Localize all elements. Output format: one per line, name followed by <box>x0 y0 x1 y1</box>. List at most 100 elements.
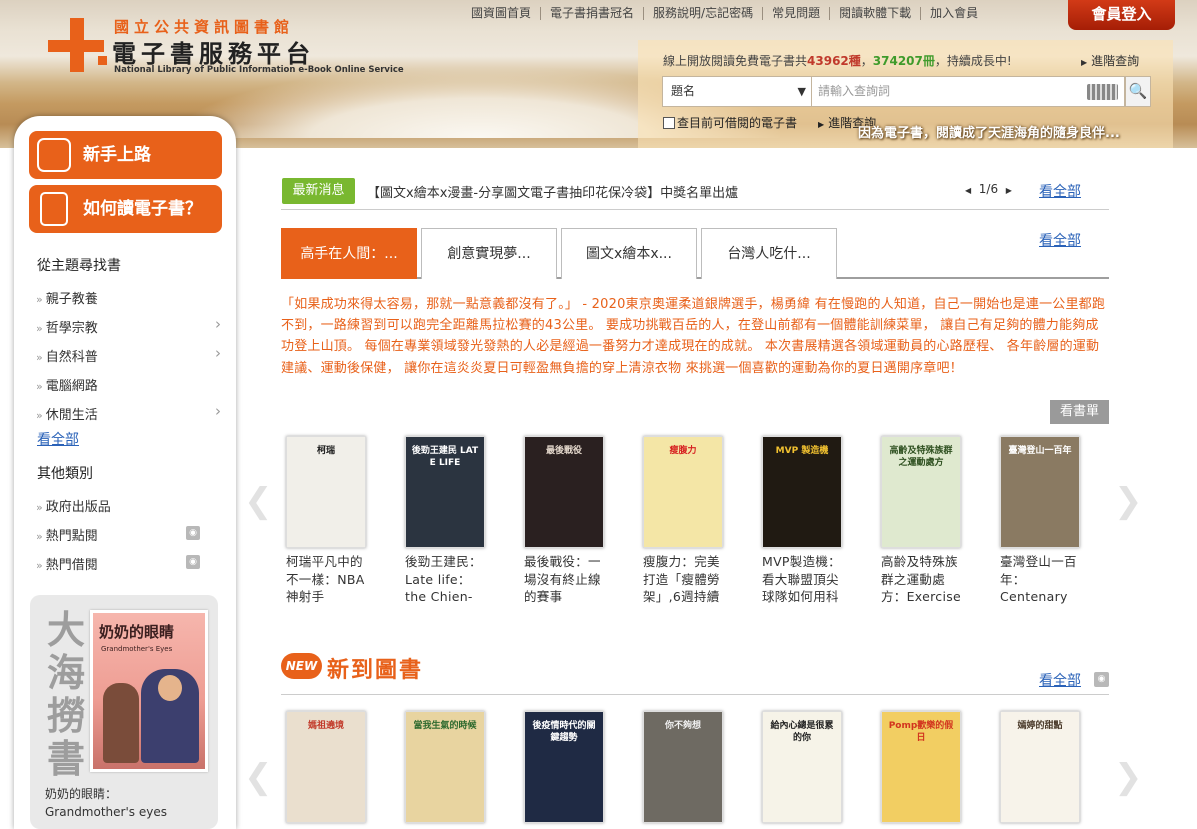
book-cover[interactable]: 你不夠想 <box>643 711 723 823</box>
checkbox-box[interactable] <box>663 117 675 129</box>
view-list-button[interactable]: 看書單 <box>1050 400 1109 424</box>
tab-exhibition-1[interactable]: 高手在人間：... <box>281 228 417 279</box>
book-card[interactable]: 柯瑞 柯瑞平凡中的不一樣：NBA神射手 <box>286 436 366 608</box>
cover-figure-face <box>158 675 182 701</box>
exhibition-view-all-link[interactable]: 看全部 <box>1039 230 1081 250</box>
book-title-link[interactable]: 後勁王建民：Late life：the Chien- <box>405 553 491 607</box>
book-cover-title: 瘦腹力 <box>669 446 697 456</box>
featured-book-caption[interactable]: 奶奶的眼睛： Grandmother's eyes <box>45 785 167 821</box>
sidebar-item-government[interactable]: » 政府出版品 <box>36 496 221 515</box>
new-book-card[interactable]: 嫣婷的甜點 <box>1000 711 1080 823</box>
book-cover[interactable]: 嫣婷的甜點 <box>1000 711 1080 823</box>
book-cover[interactable]: 媽祖遶境 <box>286 711 366 823</box>
book-title-link[interactable]: 臺灣登山一百年：Centenary <box>1000 553 1086 607</box>
new-carousel-prev-arrow-icon[interactable]: ❮ <box>244 757 273 797</box>
sidebar-item-leisure[interactable]: » 休閒生活 › <box>36 402 221 423</box>
stats-copies: 374207冊 <box>872 54 935 68</box>
book-card[interactable]: MVP 製造機 MVP製造機：看大聯盟頂尖球隊如何用科 <box>762 436 842 608</box>
how-to-read-button[interactable]: 如何讀電子書？ <box>29 185 222 233</box>
search-input[interactable]: 請輸入查詢詞 <box>811 76 1125 107</box>
sidebar-item-popular-loans[interactable]: » 熱門借閱 ◉ <box>36 554 221 573</box>
book-cover[interactable]: 當我生氣的時候 <box>405 711 485 823</box>
new-carousel-next-arrow-icon[interactable]: ❯ <box>1114 757 1143 797</box>
available-only-checkbox[interactable]: 查目前可借閱的電子書 <box>663 114 797 131</box>
play-arrow-icon: ▶ <box>1081 58 1088 67</box>
book-cover[interactable]: 瘦腹力 <box>643 436 723 548</box>
carousel-prev-arrow-icon[interactable]: ❮ <box>244 481 273 521</box>
book-card[interactable]: 臺灣登山一百年 臺灣登山一百年：Centenary <box>1000 436 1080 608</box>
book-cover[interactable]: 最後戰役 <box>524 436 604 548</box>
featured-book-cover[interactable]: 奶奶的眼睛 Grandmother's Eyes <box>90 610 208 772</box>
chevron-right-icon[interactable]: › <box>215 402 221 420</box>
book-cover[interactable]: 高齡及特殊族群之運動處方 <box>881 436 961 548</box>
prev-arrow-icon[interactable]: ◀ <box>965 186 971 195</box>
tab-exhibition-2[interactable]: 創意實現夢... <box>421 228 557 279</box>
search-button[interactable]: 🔍 <box>1125 76 1151 107</box>
rss-icon[interactable]: ◉ <box>186 555 200 569</box>
new-user-guide-button[interactable]: 新手上路 <box>29 131 222 179</box>
book-card[interactable]: 瘦腹力 瘦腹力：完美打造「瘦體勞架」,6週持續 <box>643 436 723 608</box>
logo-platform-name: 電子書服務平台 <box>112 40 315 68</box>
book-title-link[interactable]: 瘦腹力：完美打造「瘦體勞架」,6週持續 <box>643 553 729 607</box>
new-book-card[interactable]: 當我生氣的時候 <box>405 711 485 823</box>
new-book-card[interactable]: Pomp歡樂的假日 <box>881 711 961 823</box>
new-book-card[interactable]: 媽祖遶境 <box>286 711 366 823</box>
book-cover[interactable]: 給內心總是很累的你 <box>762 711 842 823</box>
sidebar-item-philosophy[interactable]: » 哲學宗教 › <box>36 315 221 336</box>
book-card[interactable]: 高齡及特殊族群之運動處方 高齡及特殊族群之運動處方：Exercise <box>881 436 961 608</box>
next-arrow-icon[interactable]: ▶ <box>1006 186 1012 195</box>
book-title-link[interactable]: MVP製造機：看大聯盟頂尖球隊如何用科 <box>762 553 848 607</box>
chevron-down-icon: ▼ <box>797 85 806 98</box>
book-cover[interactable]: 後勁王建民 LATE LIFE <box>405 436 485 548</box>
book-card[interactable]: 最後戰役 最後戰役：一場沒有終止線的賽事 <box>524 436 604 608</box>
double-chevron-icon: » <box>36 293 43 306</box>
new-arrivals-header: NEW 新到圖書 看全部 ◉ <box>281 648 1109 695</box>
sidebar: 新手上路 如何讀電子書？ 從主題尋找書 » 親子教養 » 哲學宗教 › » 自然科普 › … <box>14 116 236 829</box>
news-view-all-link[interactable]: 看全部 <box>1039 181 1081 201</box>
advanced-search-link[interactable]: ▶ 進階查詢 <box>1081 52 1139 69</box>
nav-link-donate[interactable]: 電子書捐書冠名 <box>540 6 643 20</box>
book-cover[interactable]: MVP 製造機 <box>762 436 842 548</box>
book-title-link[interactable]: 最後戰役：一場沒有終止線的賽事 <box>524 553 610 607</box>
book-cover[interactable]: 臺灣登山一百年 <box>1000 436 1080 548</box>
keyboard-icon[interactable] <box>1087 84 1118 100</box>
new-book-card[interactable]: 你不夠想 <box>643 711 723 823</box>
book-title-link[interactable]: 高齡及特殊族群之運動處方：Exercise <box>881 553 967 607</box>
book-cover-title: 後疫情時代的關鍵趨勢 <box>532 721 596 743</box>
chevron-right-icon[interactable]: › <box>215 315 221 333</box>
sidebar-item-science[interactable]: » 自然科普 › <box>36 344 221 365</box>
tab-exhibition-3[interactable]: 圖文x繪本x... <box>561 228 697 279</box>
book-cover[interactable]: 後疫情時代的關鍵趨勢 <box>524 711 604 823</box>
sidebar-item-label: 親子教養 <box>45 292 98 307</box>
book-cover-title: 你不夠想 <box>664 721 701 731</box>
nav-link-download[interactable]: 閱讀軟體下載 <box>829 6 920 20</box>
sidebar-item-parenting[interactable]: » 親子教養 <box>36 288 221 307</box>
search-placeholder: 請輸入查詢詞 <box>818 84 891 98</box>
search-field-select[interactable]: 題名 ▼ <box>662 76 812 107</box>
book-cover[interactable]: 柯瑞 <box>286 436 366 548</box>
advanced-search-label: 進階查詢 <box>1091 54 1140 68</box>
new-book-card[interactable]: 後疫情時代的關鍵趨勢 <box>524 711 604 823</box>
theme-view-all-link[interactable]: 看全部 <box>37 429 79 449</box>
nav-link-faq[interactable]: 常見問題 <box>762 6 829 20</box>
rss-icon[interactable]: ◉ <box>186 526 200 540</box>
search-icon: 🔍 <box>1128 82 1148 100</box>
site-logo[interactable]: 國立公共資訊圖書館 電子書服務平台 National Library of Pu… <box>44 16 404 76</box>
login-button[interactable]: 會員登入 <box>1068 0 1175 30</box>
book-card[interactable]: 後勁王建民 LATE LIFE 後勁王建民：Late life：the Chien… <box>405 436 485 608</box>
chevron-right-icon[interactable]: › <box>215 344 221 362</box>
book-title-link[interactable]: 柯瑞平凡中的不一樣：NBA神射手 <box>286 553 372 607</box>
featured-book-box[interactable]: 大海撈書 奶奶的眼睛 Grandmother's Eyes 奶奶的眼睛： Gra… <box>30 595 218 829</box>
news-headline-link[interactable]: 【圖文x繪本x漫畫-分享圖文電子書抽印花保冷袋】中獎名單出爐 <box>367 182 738 201</box>
sidebar-item-popular-views[interactable]: » 熱門點閱 ◉ <box>36 525 221 544</box>
nav-link-home[interactable]: 國資圖首頁 <box>462 6 540 20</box>
sidebar-item-computer[interactable]: » 電腦網路 <box>36 375 221 394</box>
book-cover[interactable]: Pomp歡樂的假日 <box>881 711 961 823</box>
nav-link-service[interactable]: 服務說明/忘記密碼 <box>643 6 762 20</box>
new-book-card[interactable]: 給內心總是很累的你 <box>762 711 842 823</box>
rss-icon[interactable]: ◉ <box>1094 672 1109 687</box>
new-arrivals-view-all-link[interactable]: 看全部 <box>1039 670 1081 690</box>
carousel-next-arrow-icon[interactable]: ❯ <box>1114 481 1143 521</box>
nav-link-register[interactable]: 加入會員 <box>920 6 987 20</box>
tab-exhibition-4[interactable]: 台灣人吃什... <box>701 228 837 279</box>
